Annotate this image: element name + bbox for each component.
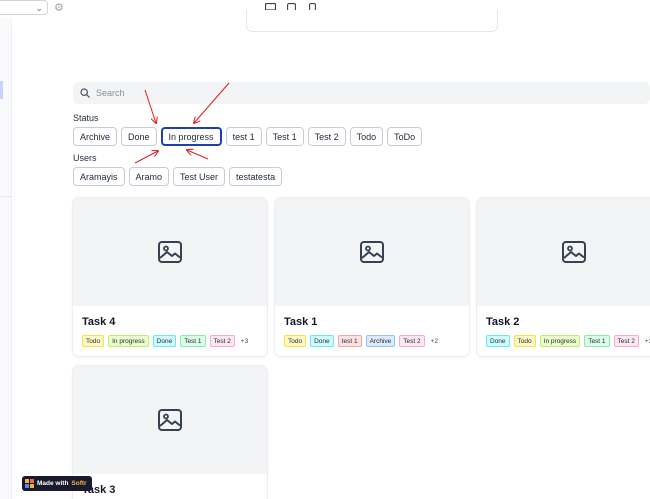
left-sidebar	[0, 18, 12, 499]
task-card[interactable]: Task 2 DoneTodoIn progressTest 1Test 2 +3	[477, 198, 650, 356]
more-tags-count: +3	[240, 337, 249, 345]
status-filter-chips: Archive Done In progress test 1 Test 1 Test 2…	[73, 127, 423, 146]
status-chip[interactable]: Test 1	[265, 127, 304, 146]
annotation-arrow	[134, 151, 158, 164]
status-tag: In progress	[108, 335, 149, 347]
image-placeholder-icon	[562, 241, 586, 263]
made-with-softr-badge[interactable]: Made with Softr	[22, 476, 92, 491]
status-tag: In progress	[539, 335, 581, 347]
search-input[interactable]	[96, 88, 616, 98]
status-tag: Done	[310, 335, 334, 347]
status-tag: Done	[152, 335, 177, 347]
status-tag: Todo	[513, 335, 536, 347]
status-tag: Test 1	[180, 335, 206, 347]
users-filter-chips: Aramayis Aramo Test User testatesta	[73, 167, 283, 186]
status-chip[interactable]: Todo	[349, 127, 384, 146]
task-title: Task 1	[284, 316, 318, 328]
status-tag: Done	[486, 335, 510, 347]
gear-icon[interactable]: ⚙	[54, 1, 64, 14]
page-select[interactable]: ⌄	[0, 0, 48, 15]
status-tag: Test 2	[613, 335, 639, 347]
badge-brand: Softr	[71, 480, 87, 487]
more-tags-count: +2	[430, 337, 439, 345]
card-image-placeholder	[477, 198, 650, 306]
status-chip[interactable]: Archive	[73, 127, 118, 146]
task-title: Task 4	[82, 316, 116, 328]
image-placeholder-icon	[158, 241, 182, 263]
task-card[interactable]: Task 4 Todo In progress Done Test 1 Test 2 +3	[73, 198, 267, 356]
badge-text: Made with	[37, 480, 69, 487]
card-image-placeholder	[73, 198, 267, 306]
status-chip[interactable]: Test 2	[307, 127, 346, 146]
user-chip[interactable]: testatesta	[229, 167, 283, 186]
status-chip[interactable]: test 1	[225, 127, 262, 146]
search-bar[interactable]	[73, 82, 650, 104]
image-placeholder-icon	[158, 409, 182, 431]
preview-frame-edge	[246, 10, 498, 32]
task-tags: Todo Done test 1 Archive Test 2 +2	[284, 335, 440, 347]
status-filter-label: Status	[73, 113, 99, 123]
image-placeholder-icon	[360, 241, 384, 263]
status-tag: Todo	[284, 335, 307, 347]
card-image-placeholder	[275, 198, 469, 306]
users-filter-label: Users	[73, 153, 97, 163]
sidebar-active-indicator	[0, 81, 3, 99]
status-chip[interactable]: ToDo	[387, 127, 423, 146]
task-card[interactable]: Task 1 Todo Done test 1 Archive Test 2 +2	[275, 198, 469, 356]
status-chip[interactable]: Done	[121, 127, 157, 146]
task-title: Task 2	[486, 316, 520, 328]
task-tags: Todo In progress Done Test 1 Test 2 +3	[82, 335, 250, 347]
more-tags-count: +3	[644, 337, 650, 345]
status-tag: Test 2	[399, 335, 425, 347]
user-chip[interactable]: Aramo	[128, 167, 170, 186]
softr-logo-icon	[25, 479, 34, 488]
status-tag: Archive	[365, 335, 396, 347]
card-image-placeholder	[73, 366, 267, 474]
chevron-down-icon: ⌄	[35, 3, 43, 13]
annotation-arrow	[187, 150, 209, 160]
task-card[interactable]: Task 3	[73, 366, 267, 499]
task-tags: DoneTodoIn progressTest 1Test 2 +3	[486, 335, 650, 347]
status-tag: Test 2	[209, 335, 235, 347]
sidebar-divider	[0, 196, 12, 197]
status-chip[interactable]: In progress	[160, 127, 222, 146]
user-chip[interactable]: Aramayis	[73, 167, 125, 186]
search-icon	[80, 88, 90, 98]
status-tag: Todo	[82, 335, 105, 347]
app-root: ⌄ ⚙ Status ArchiveDoneIn progresstest 1T…	[0, 0, 650, 499]
status-tag: test 1	[337, 335, 362, 347]
status-tag: Test 1	[584, 335, 610, 347]
user-chip[interactable]: Test User	[173, 167, 226, 186]
